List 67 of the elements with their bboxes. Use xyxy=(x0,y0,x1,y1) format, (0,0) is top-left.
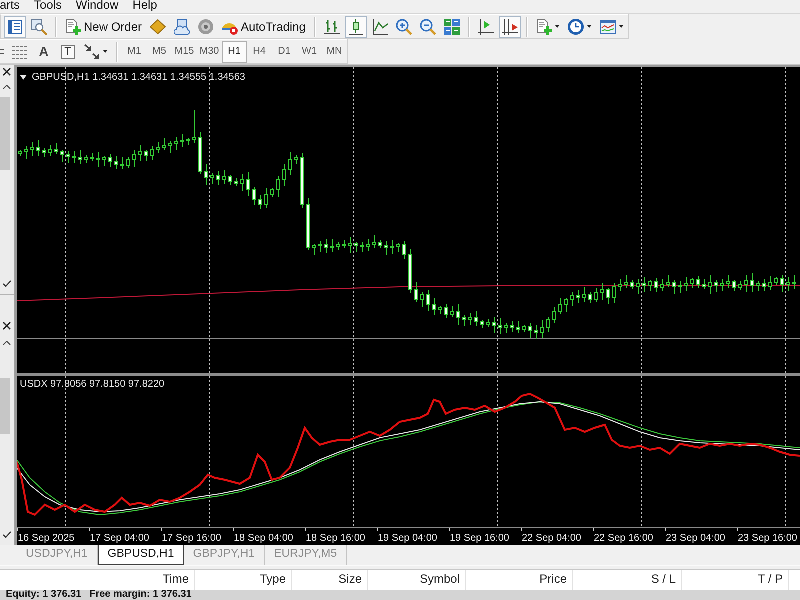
window-icon xyxy=(7,18,23,34)
menu-item[interactable]: Tools xyxy=(34,0,62,12)
magnifier-icon xyxy=(31,18,47,34)
menu-item[interactable]: arts xyxy=(0,0,20,12)
timeframe-button[interactable]: M15 xyxy=(172,40,197,62)
caret-up-icon xyxy=(3,85,11,90)
check-icon xyxy=(2,280,12,288)
free-margin-text: Free margin: 1 376.31 xyxy=(90,590,192,600)
timeframe-button[interactable]: W1 xyxy=(297,40,322,62)
time-label: 19 Sep 16:00 xyxy=(450,532,510,545)
time-label: 17 Sep 04:00 xyxy=(90,532,150,545)
arrows-icon xyxy=(84,44,100,60)
caret-icon xyxy=(554,25,560,28)
document-plus-icon xyxy=(536,18,552,34)
timeframe-button[interactable]: D1 xyxy=(272,40,297,62)
zoom-in-icon xyxy=(396,18,412,34)
caret-icon xyxy=(618,25,624,28)
label-tool-button[interactable]: T xyxy=(61,44,75,58)
new-order-button[interactable]: New Order xyxy=(62,16,146,38)
axis-marker-icon xyxy=(478,18,494,34)
lines-icon xyxy=(12,44,28,60)
timeframe-button[interactable]: M1 xyxy=(122,40,147,62)
caret-up-icon xyxy=(3,341,11,346)
text-tool-button[interactable]: A xyxy=(33,40,55,62)
time-label: 18 Sep 04:00 xyxy=(234,532,294,545)
timeframe-button[interactable]: M5 xyxy=(147,40,172,62)
highlight-bar xyxy=(0,378,10,434)
candlestick-icon xyxy=(348,18,364,34)
line-chart-icon xyxy=(372,18,388,34)
check-icon xyxy=(2,531,12,539)
time-label: 16 Sep 2025 xyxy=(18,532,75,545)
view-toggle-button[interactable] xyxy=(4,16,26,38)
double-axis-icon xyxy=(502,18,518,34)
time-label: 23 Sep 16:00 xyxy=(738,532,798,545)
equity-text: Equity: 1 376.31 xyxy=(6,590,82,600)
menu-item[interactable]: Help xyxy=(132,0,158,12)
cloud-icon xyxy=(174,18,190,34)
time-label: 19 Sep 04:00 xyxy=(378,532,438,545)
document-plus-icon xyxy=(65,18,81,34)
close-icon xyxy=(3,68,11,76)
chart-window-icon xyxy=(600,18,616,34)
indicator-title: USDX 97.8056 97.8150 97.8220 xyxy=(20,379,165,390)
timeframe-button[interactable]: H1 xyxy=(222,40,247,62)
menu-item[interactable]: Window xyxy=(76,0,119,12)
grid-icon xyxy=(444,18,460,34)
auto-scroll-button[interactable] xyxy=(498,16,521,38)
time-label: 22 Sep 04:00 xyxy=(522,532,582,545)
zoom-out-icon xyxy=(420,18,436,34)
time-label: 17 Sep 16:00 xyxy=(162,532,222,545)
chart-title: GBPUSD,H1 1.34631 1.34631 1.34555 1.34563 xyxy=(32,72,246,83)
disc-icon xyxy=(198,18,214,34)
time-label: 18 Sep 16:00 xyxy=(306,532,366,545)
caret-icon xyxy=(20,75,27,80)
candlestick-button[interactable] xyxy=(344,16,367,38)
close-icon xyxy=(3,322,11,330)
bar-chart-icon xyxy=(324,18,340,34)
time-label: 23 Sep 04:00 xyxy=(666,532,726,545)
diamond-icon xyxy=(150,18,166,34)
auto-trading-button[interactable]: AutoTrading xyxy=(219,16,309,38)
clock-icon xyxy=(568,18,584,34)
timeframe-button[interactable]: MN xyxy=(322,40,347,62)
time-label: 22 Sep 16:00 xyxy=(594,532,654,545)
timeframe-button[interactable]: H4 xyxy=(247,40,272,62)
timeframe-button[interactable]: M30 xyxy=(197,40,222,62)
caret-icon xyxy=(103,50,108,53)
chart-tab[interactable]: GBPUSD,H1 xyxy=(98,545,184,565)
caret-icon xyxy=(586,25,592,28)
